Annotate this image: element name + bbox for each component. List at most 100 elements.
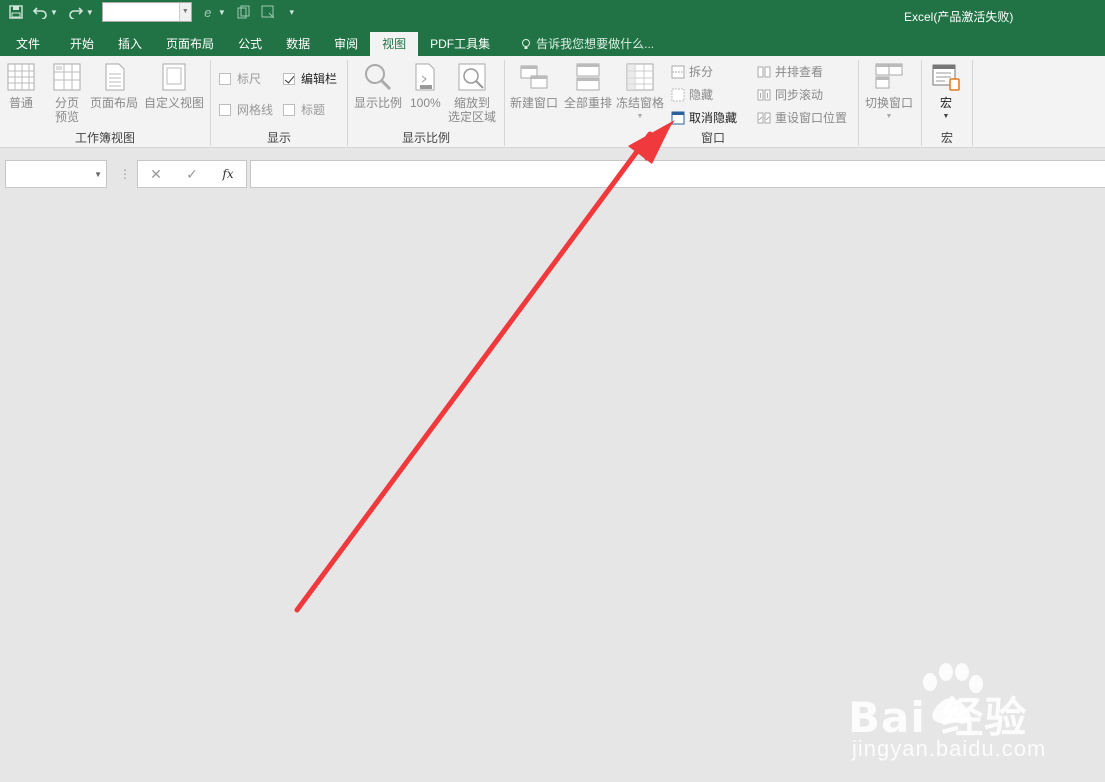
new-window-button[interactable]: 新建窗口 [510, 62, 558, 110]
sync-scroll-button[interactable]: 同步滚动 [757, 86, 823, 103]
view-side-by-side-button[interactable]: 并排查看 [757, 63, 823, 80]
zoom-100-button[interactable]: 100% [410, 62, 441, 110]
enter-icon[interactable]: ✓ [174, 166, 210, 183]
name-box[interactable]: ▼ [5, 160, 107, 188]
chevron-down-icon[interactable]: ▼ [637, 110, 644, 124]
group-macros: 宏 ▼ 宏 [922, 56, 972, 148]
window-title: Excel(产品激活失败) [904, 10, 1014, 24]
chevron-down-icon[interactable]: ▼ [943, 110, 950, 124]
page-break-label-1: 分页 [54, 96, 79, 110]
normal-view-button[interactable]: 普通 [6, 62, 36, 110]
drag-handle-icon[interactable]: ⋮ [119, 167, 131, 181]
formula-bar-label: 编辑栏 [301, 72, 338, 86]
chevron-down-icon[interactable]: ▼ [94, 170, 102, 179]
checkbox-icon [283, 103, 295, 116]
unhide-button[interactable]: 取消隐藏 [671, 109, 737, 126]
page-layout-view-button[interactable]: 页面布局 [90, 62, 138, 110]
normal-view-icon [7, 63, 35, 91]
switch-windows-button[interactable]: 切换窗口 ▼ [865, 62, 913, 124]
group-label-show: 显示 [266, 131, 291, 145]
zoom-to-selection-button[interactable]: 缩放到 选定区域 [448, 62, 496, 124]
new-window-label: 新建窗口 [510, 96, 559, 110]
divider [972, 60, 973, 146]
normal-label: 普通 [8, 96, 33, 110]
zoom-selection-label-1: 缩放到 [454, 96, 491, 110]
macro-icon [932, 64, 960, 91]
formula-buttons: ✕ ✓ fx [137, 160, 247, 188]
group-label-macros: 宏 [940, 131, 953, 145]
custom-views-button[interactable]: 自定义视图 [144, 62, 204, 110]
freeze-panes-icon [626, 63, 654, 91]
redo-icon[interactable] [66, 2, 86, 22]
split-button[interactable]: 拆分 [671, 63, 713, 80]
gridlines-label: 网格线 [237, 103, 274, 117]
headings-label: 标题 [301, 103, 326, 117]
tell-me-text: 告诉我您想要做什么... [536, 37, 655, 51]
zoom-button[interactable]: 显示比例 [354, 62, 402, 110]
hide-icon [671, 88, 685, 101]
arrange-all-button[interactable]: 全部重排 [564, 62, 612, 110]
baidu-watermark: Bai 经验 jingyan.baidu.com [848, 660, 1088, 770]
ribbon: 普通 分页 预览 页面布局 自定义视图 工作簿视图 标尺 编辑栏 网格线 标题 … [0, 56, 1105, 148]
checkbox-icon [219, 72, 231, 85]
hide-button[interactable]: 隐藏 [671, 86, 713, 103]
arrange-all-icon [576, 63, 600, 91]
new-window-icon [520, 65, 548, 89]
sync-scroll-icon [757, 89, 771, 100]
tab-pdf-tools[interactable]: PDF工具集 [418, 32, 502, 56]
chevron-down-icon[interactable]: ▼ [178, 3, 191, 21]
split-label: 拆分 [689, 65, 714, 79]
gridlines-checkbox[interactable]: 网格线 [219, 101, 273, 118]
custom-views-icon [162, 63, 186, 91]
tab-formulas[interactable]: 公式 [226, 32, 274, 56]
group-workbook-views: 普通 分页 预览 页面布局 自定义视图 工作簿视图 [0, 56, 210, 148]
screenshot-icon[interactable] [258, 2, 278, 22]
tab-file[interactable]: 文件 [0, 32, 58, 56]
group-label-zoom: 显示比例 [401, 131, 450, 145]
eraser-icon[interactable]: e [198, 2, 218, 22]
tab-page-layout[interactable]: 页面布局 [154, 32, 226, 56]
freeze-panes-label: 冻结窗格 [616, 96, 665, 110]
eraser-dropdown-icon[interactable]: ▼ [218, 8, 226, 17]
group-show: 标尺 编辑栏 网格线 标题 显示 [211, 56, 347, 148]
page-layout-label: 页面布局 [90, 96, 139, 110]
ruler-checkbox[interactable]: 标尺 [219, 70, 261, 87]
tab-view[interactable]: 视图 [370, 32, 419, 56]
tab-home[interactable]: 开始 [58, 32, 106, 56]
hide-label: 隐藏 [689, 88, 714, 102]
save-icon[interactable] [6, 2, 26, 22]
group-label-workbook-views: 工作簿视图 [74, 131, 135, 145]
zoom-100-icon [415, 63, 435, 91]
freeze-panes-button[interactable]: 冻结窗格 ▼ [616, 62, 664, 124]
reset-window-position-button[interactable]: 重设窗口位置 [757, 109, 847, 126]
tab-data[interactable]: 数据 [274, 32, 322, 56]
reset-position-icon [757, 112, 771, 123]
copy-icon[interactable] [234, 2, 254, 22]
tab-insert[interactable]: 插入 [106, 32, 154, 56]
redo-dropdown-icon[interactable]: ▼ [86, 8, 94, 17]
arrow-shaft [294, 131, 653, 613]
group-window: 新建窗口 全部重排 冻结窗格 ▼ 拆分 隐藏 取消隐藏 并排查看 同步滚动 重设… [505, 56, 921, 148]
ribbon-tabs: 文件 开始 插入 页面布局 公式 数据 审阅 视图 PDF工具集 告诉我您想要做… [0, 32, 1105, 56]
headings-checkbox[interactable]: 标题 [283, 101, 325, 118]
formula-bar-checkbox[interactable]: 编辑栏 [283, 70, 337, 87]
page-break-preview-button[interactable]: 分页 预览 [52, 62, 82, 124]
tell-me-search[interactable]: 告诉我您想要做什么... [508, 32, 666, 56]
custom-views-label: 自定义视图 [144, 96, 205, 110]
macros-button[interactable]: 宏 ▼ [931, 62, 961, 124]
insert-function-icon[interactable]: fx [210, 167, 246, 181]
font-size-box[interactable]: ▼ [101, 2, 192, 22]
magnifier-icon [365, 64, 392, 91]
tab-review[interactable]: 审阅 [322, 32, 370, 56]
cancel-icon[interactable]: ✕ [138, 166, 174, 183]
unhide-icon [671, 111, 685, 124]
undo-dropdown-icon[interactable]: ▼ [50, 8, 58, 17]
split-icon [671, 65, 685, 78]
watermark-site: jingyan.baidu.com [852, 736, 1047, 761]
undo-icon[interactable] [30, 2, 50, 22]
formula-input[interactable] [250, 160, 1105, 188]
zoom-selection-icon [458, 63, 486, 91]
chevron-down-icon[interactable]: ▼ [886, 110, 893, 124]
customize-qat-icon[interactable]: ▾ [282, 2, 302, 22]
unhide-label: 取消隐藏 [689, 111, 738, 125]
